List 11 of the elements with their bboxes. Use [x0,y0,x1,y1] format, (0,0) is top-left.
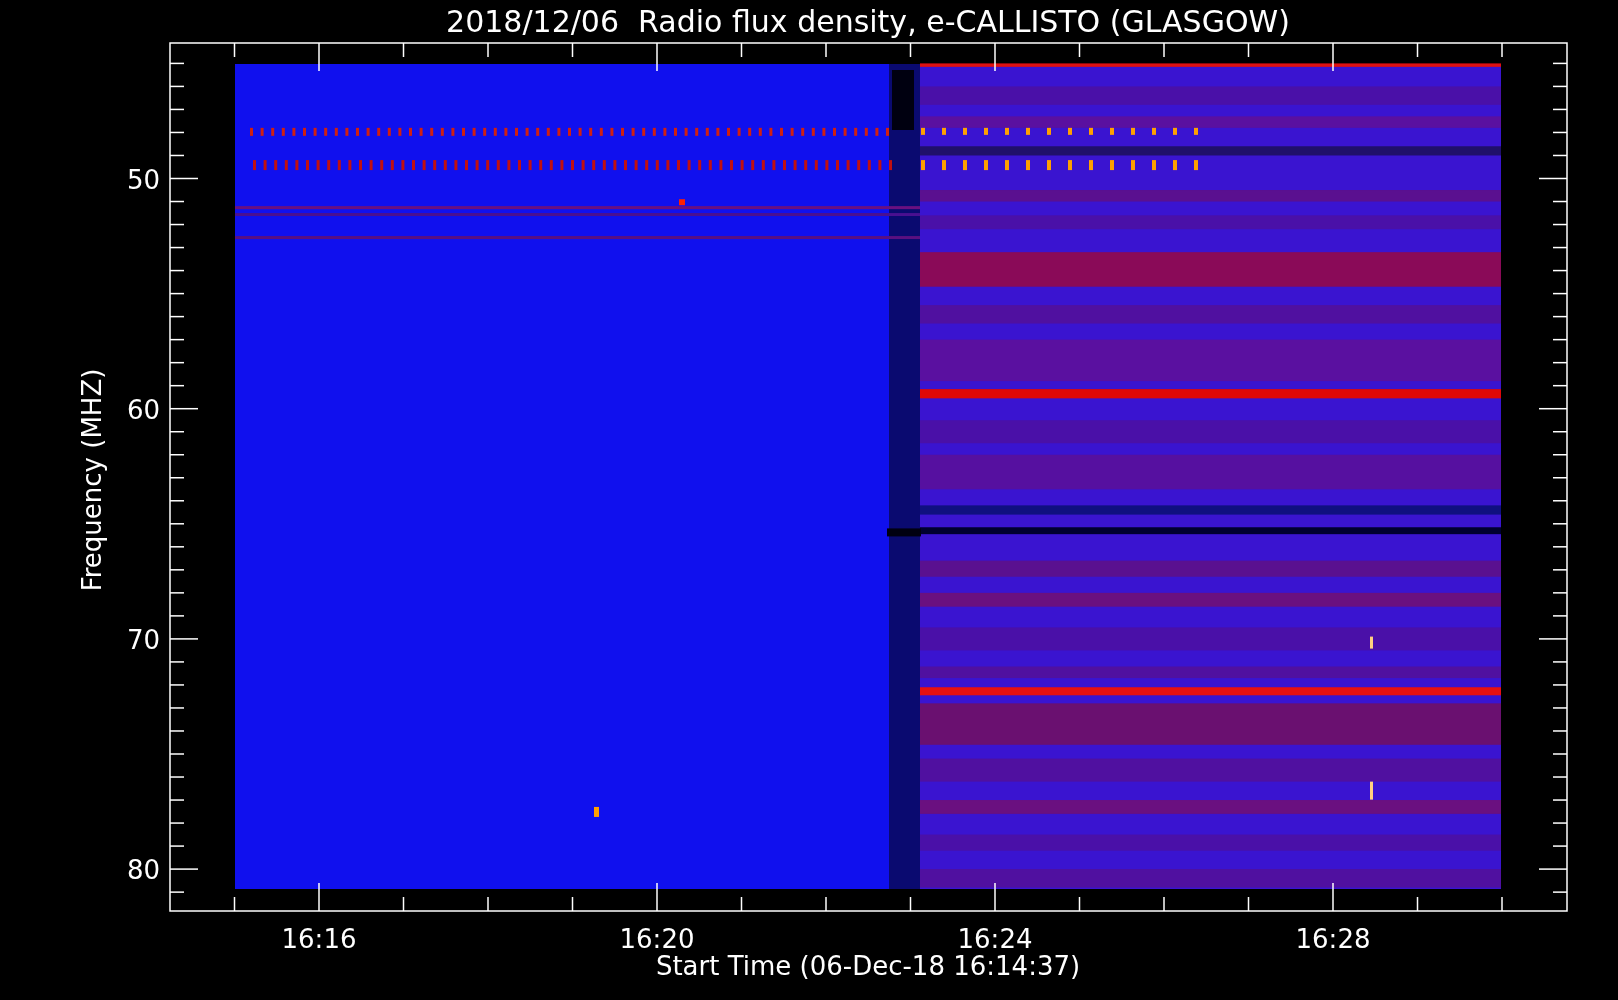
x-tick-label: 16:24 [957,924,1033,954]
y-tick-label: 70 [126,624,160,655]
x-tick-label: 16:20 [619,924,695,954]
x-tick-label: 16:28 [1295,924,1371,954]
y-tick-label: 80 [126,855,160,886]
x-tick-label: 16:16 [281,924,357,954]
x-axis-label: Start Time (06-Dec-18 16:14:37) [655,951,1081,981]
chart-title: 2018/12/06 Radio flux density, e-CALLISTO (GLASGOW) [446,4,1290,39]
y-axis-label: Frequency (MHZ) [77,368,107,592]
y-tick-label: 60 [126,394,160,425]
y-tick-label: 50 [126,164,160,195]
